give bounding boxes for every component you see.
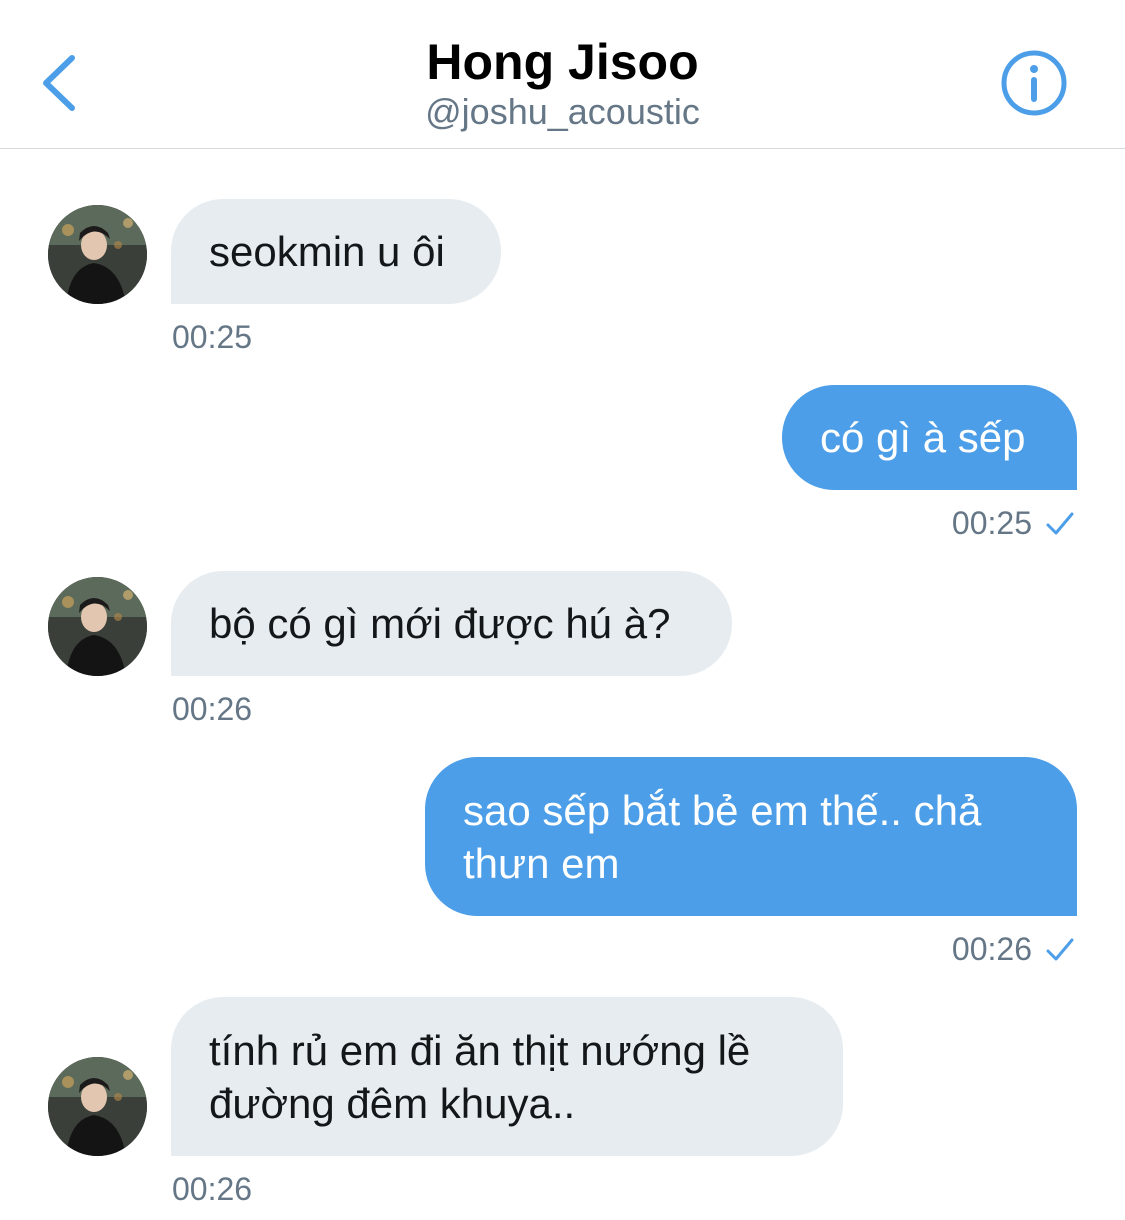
message-timestamp: 00:26: [172, 691, 253, 727]
conversation-header: Hong Jisoo @joshu_acoustic: [0, 0, 1125, 149]
message-text: có gì à sếp: [820, 414, 1026, 461]
avatar[interactable]: [48, 1057, 147, 1156]
avatar-photo: [48, 577, 147, 676]
info-circle-icon: [1001, 50, 1067, 116]
message-bubble-incoming[interactable]: seokmin u ôi: [171, 199, 501, 304]
message-timestamp: 00:25: [951, 505, 1032, 541]
check-icon: [1045, 935, 1075, 965]
check-icon: [1045, 509, 1075, 539]
message-text: seokmin u ôi: [209, 228, 445, 275]
message-text: bộ có gì mới được hú à?: [209, 600, 671, 647]
avatar-photo: [48, 1057, 147, 1156]
message-text-line: đường đêm khuya..: [209, 1079, 576, 1127]
message-text-line: thưn em: [463, 839, 620, 887]
message-timestamp: 00:25: [172, 319, 253, 355]
conversation-handle: @joshu_acoustic: [425, 91, 700, 132]
message-timestamp: 00:26: [172, 1171, 253, 1207]
message-bubble-outgoing[interactable]: có gì à sếp: [782, 385, 1077, 490]
message-text-line: tính rủ em đi ăn thịt nướng lề: [209, 1026, 751, 1074]
message-text-line: sao sếp bắt bẻ em thế.. chả: [463, 786, 982, 834]
avatar[interactable]: [48, 205, 147, 304]
conversation-title: Hong Jisoo: [426, 34, 699, 90]
info-button[interactable]: [1000, 49, 1068, 117]
message-timestamp: 00:26: [951, 931, 1032, 967]
message-bubble-outgoing[interactable]: sao sếp bắt bẻ em thế.. chả thưn em: [425, 757, 1077, 916]
message-bubble-incoming[interactable]: tính rủ em đi ăn thịt nướng lề đường đêm…: [171, 997, 843, 1156]
message-bubble-incoming[interactable]: bộ có gì mới được hú à?: [171, 571, 732, 676]
avatar-photo: [48, 205, 147, 304]
avatar[interactable]: [48, 577, 147, 676]
